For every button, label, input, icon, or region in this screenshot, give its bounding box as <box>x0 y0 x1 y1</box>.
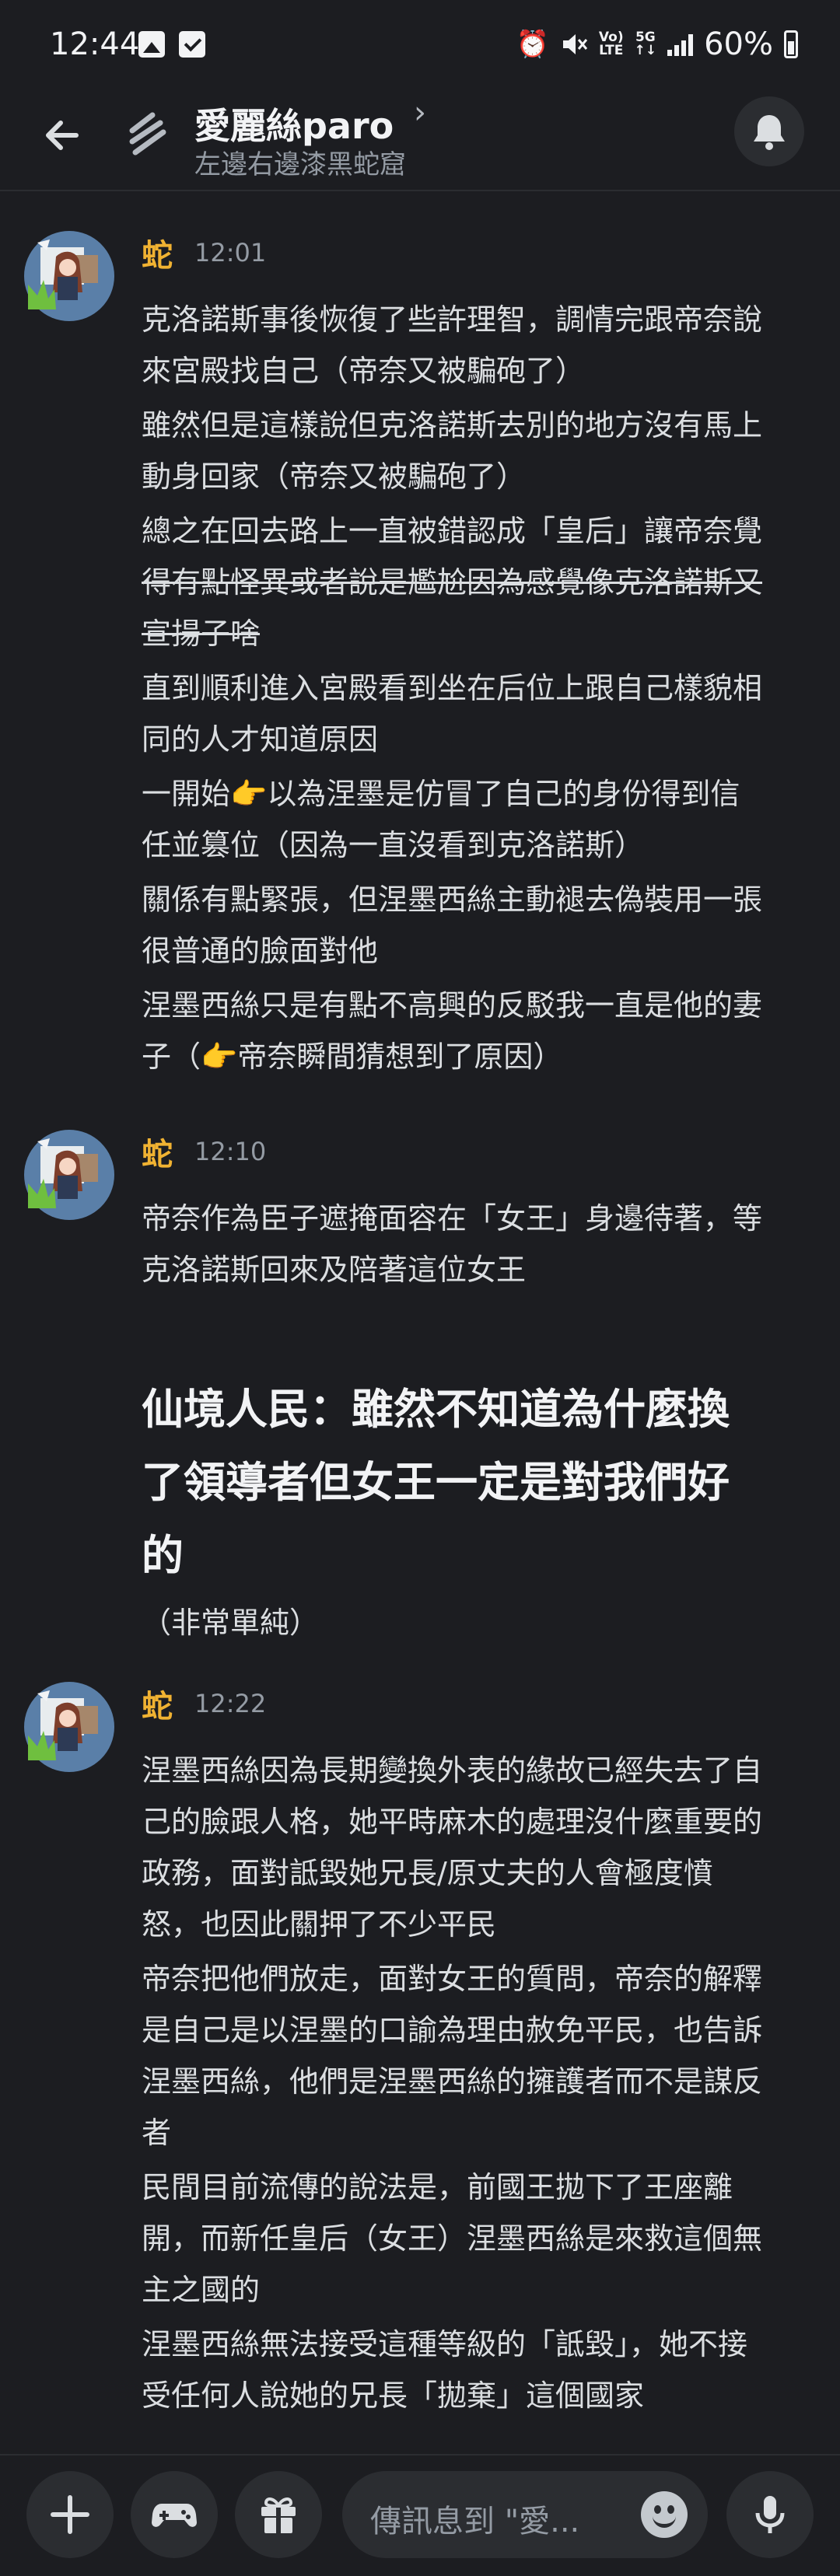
message-text: 一開始 <box>142 777 231 811</box>
gamepad-icon <box>152 2504 197 2527</box>
message-line: 帝奈作為臣子遮掩面容在「女王」身邊待著，等 <box>142 1201 763 1236</box>
plus-icon <box>51 2495 89 2534</box>
attach-button[interactable] <box>26 2471 114 2558</box>
message-line: 政務，面對詆毀她兄長/原丈夫的人會極度憤 <box>142 1856 713 1890</box>
message-line: 涅墨西絲只是有點不高興的反駁我一直是他的妻 <box>142 988 763 1022</box>
message-line: 子（👉帝奈瞬間猜想到了原因） <box>142 1033 562 1075</box>
message-timestamp: 12:22 <box>194 1689 267 1718</box>
pointing-hand-emoji: 👉 <box>201 1040 238 1074</box>
message-line: 主之國的 <box>142 2273 261 2307</box>
message-input[interactable]: 傳訊息到 "愛... <box>342 2471 708 2558</box>
message-line: 很普通的臉面對他 <box>142 934 379 968</box>
gallery-notification-icon <box>138 31 165 58</box>
message-line: 雖然但是這樣說但克洛諾斯去別的地方沒有馬上 <box>142 408 763 442</box>
message-line: 克洛諾斯回來及陪著這位女王 <box>142 1253 527 1287</box>
message-line: 是自己是以涅墨的口諭為理由赦免平民，也告訴 <box>142 2013 763 2047</box>
message-text: 帝奈瞬間猜想到了原因） <box>237 1040 563 1074</box>
signal-icon <box>667 33 694 56</box>
message-line-strikethrough: 宣揚子啥 <box>142 617 261 651</box>
message-heading: 的 <box>142 1531 184 1580</box>
message-line: 民間目前流傳的說法是，前國王拋下了王座離 <box>142 2170 733 2204</box>
battery-icon <box>784 30 798 58</box>
message-line: 來宮殿找自己（帝奈又被騙砲了） <box>142 354 586 388</box>
message-line: 一開始👉以為涅墨是仿冒了自己的身份得到信 <box>142 770 740 813</box>
message-line: 同的人才知道原因 <box>142 722 379 757</box>
data-bottom: ↑↓ <box>634 43 657 58</box>
message-heading: 了領導者但女王一定是對我們好 <box>142 1458 730 1507</box>
message-line: 關係有點緊張，但涅墨西絲主動褪去偽裝用一張 <box>142 883 763 917</box>
message-line: 動身回家（帝奈又被騙砲了） <box>142 460 527 494</box>
message-line: 直到順利進入宮殿看到坐在后位上跟自己樣貌相 <box>142 671 763 705</box>
message-line: 涅墨西絲無法接受這種等級的「詆毀」，她不接 <box>142 2327 748 2361</box>
mute-icon <box>562 34 588 54</box>
status-notification-icons <box>138 31 205 58</box>
status-bar: 12:44 ⏰ Vo) LTE 5G ↑↓ 60% <box>0 0 840 93</box>
message-heading: 仙境人民：雖然不知道為什麼換 <box>142 1385 730 1434</box>
author-name[interactable]: 蛇 <box>142 230 173 275</box>
author-name[interactable]: 蛇 <box>142 1129 173 1174</box>
avatar[interactable] <box>23 1681 115 1773</box>
message-line: 受任何人說她的兄長「拋棄」這個國家 <box>142 2379 645 2413</box>
message-timestamp: 12:01 <box>194 238 267 267</box>
volte-indicator: Vo) LTE <box>599 31 624 58</box>
message-line: 涅墨西絲，他們是涅墨西絲的擁護者而不是謀反 <box>142 2064 763 2099</box>
message-line-strikethrough: 得有點怪異或者說是尷尬因為感覺像克洛諾斯又 <box>142 565 763 599</box>
message-line: 開，而新任皇后（女王）涅墨西絲是來救這個無 <box>142 2221 763 2256</box>
avatar[interactable] <box>23 1129 115 1221</box>
checklist-notification-icon <box>179 31 205 58</box>
message-line: 任並篡位（因為一直沒看到克洛諾斯） <box>142 828 645 862</box>
status-right-icons: ⏰ Vo) LTE 5G ↑↓ 60% <box>516 26 798 62</box>
chevron-right-icon[interactable]: › <box>414 95 426 131</box>
data-indicator: 5G ↑↓ <box>635 31 657 58</box>
message-text: 子（ <box>142 1040 201 1074</box>
message-note: （非常單純） <box>142 1606 320 1640</box>
threads-channel-icon <box>129 112 166 156</box>
message-line: 帝奈把他們放走，面對女王的質問，帝奈的解釋 <box>142 1962 763 1996</box>
activities-button[interactable] <box>131 2471 218 2558</box>
notification-bell-button[interactable] <box>734 96 804 166</box>
microphone-icon <box>755 2496 785 2533</box>
gift-icon <box>261 2497 296 2533</box>
voice-message-button[interactable] <box>726 2471 814 2558</box>
message-timestamp: 12:10 <box>194 1137 267 1166</box>
back-arrow-icon[interactable] <box>39 112 86 159</box>
battery-percent: 60% <box>704 26 773 62</box>
message-input-placeholder: 傳訊息到 "愛... <box>370 2504 580 2539</box>
channel-name[interactable]: 愛麗絲paro <box>194 98 394 149</box>
channel-header: 愛麗絲paro › 左邊右邊漆黑蛇窟 <box>0 93 840 191</box>
alarm-icon: ⏰ <box>516 29 549 60</box>
message-line: 己的臉跟人格，她平時麻木的處理沒什麼重要的 <box>142 1805 763 1839</box>
message-line: 者 <box>142 2116 172 2150</box>
pointing-hand-emoji: 👉 <box>230 777 268 811</box>
author-name[interactable]: 蛇 <box>142 1681 173 1726</box>
channel-subtitle: 左邊右邊漆黑蛇窟 <box>194 149 406 180</box>
message-line: 克洛諾斯事後恢復了些許理智，調情完跟帝奈說 <box>142 302 763 337</box>
status-time: 12:44 <box>50 26 140 62</box>
message-line: 怒，也因此關押了不少平民 <box>142 1907 497 1942</box>
message-line: 涅墨西絲因為長期變換外表的緣故已經失去了自 <box>142 1753 763 1788</box>
volte-bottom: LTE <box>599 43 624 58</box>
emoji-icon[interactable] <box>641 2491 688 2538</box>
message-composer-bar: 傳訊息到 "愛... <box>0 2454 840 2576</box>
bell-icon <box>754 115 785 150</box>
avatar[interactable] <box>23 230 115 322</box>
message-text: 以為涅墨是仿冒了自己的身份得到信 <box>267 777 740 811</box>
message-line: 總之在回去路上一直被錯認成「皇后」讓帝奈覺 <box>142 514 763 548</box>
gift-button[interactable] <box>235 2471 322 2558</box>
